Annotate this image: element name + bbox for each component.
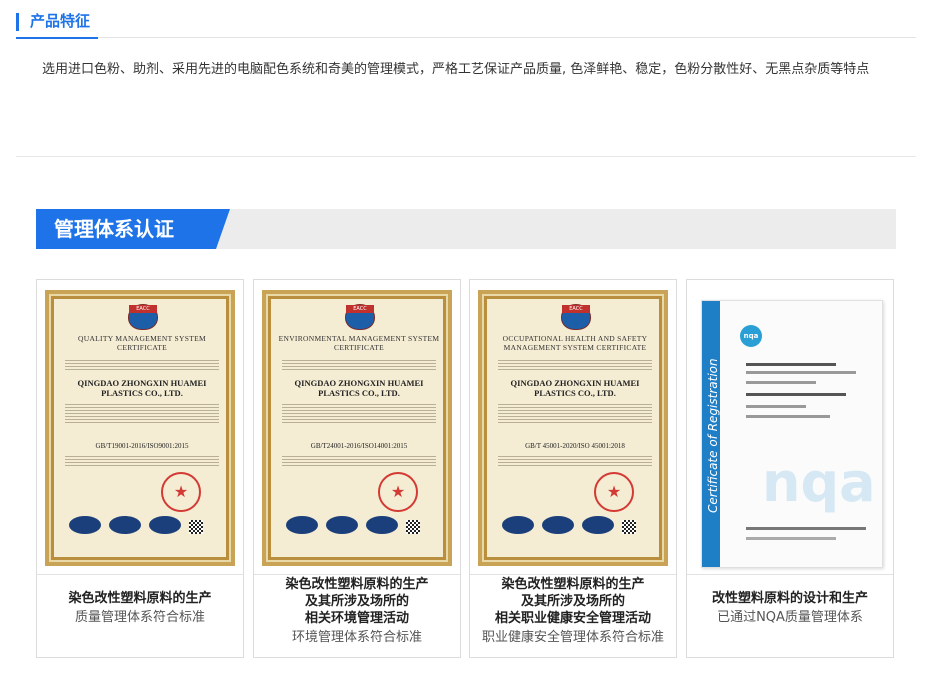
certificate-standard: GB/T24001-2016/ISO14001:2015: [310, 442, 408, 450]
caption-title-line: 染色改性塑料原料的生产: [285, 577, 429, 592]
certificate-card-nqa[interactable]: Certificate of Registration nqa nqa 改性塑料…: [686, 279, 894, 658]
caption-title-line: 及其所涉及场所的: [520, 594, 625, 609]
badge-icon: [326, 516, 358, 534]
certificate-caption: 染色改性塑料原料的生产 及其所涉及场所的 相关职业健康安全管理活动 职业健康安全…: [470, 576, 676, 648]
eacc-logo-icon: EACC: [345, 304, 375, 330]
certificate-card-environmental[interactable]: EACC ENVIRONMENTAL MANAGEMENT SYSTEM CER…: [253, 279, 461, 658]
certificate-fine-print: [65, 358, 219, 372]
certificate-caption: 改性塑料原料的设计和生产 已通过NQA质量管理体系: [687, 576, 893, 628]
certificate-text-line: [746, 537, 836, 540]
eacc-logo-icon: EACC: [128, 304, 158, 330]
certificate-standard: GB/T 45001-2020/ISO 45001:2018: [525, 442, 625, 450]
caption-title: 染色改性塑料原料的生产: [68, 591, 212, 606]
certificate-image[interactable]: EACC QUALITY MANAGEMENT SYSTEM CERTIFICA…: [37, 280, 243, 575]
caption-subtitle: 质量管理体系符合标准: [74, 610, 205, 625]
section-divider: [16, 156, 916, 157]
caption-subtitle: 已通过NQA质量管理体系: [717, 610, 863, 625]
caption-title-line: 染色改性塑料原料的生产: [501, 577, 645, 592]
certificate-company: QINGDAO ZHONGXIN HUAMEI PLASTICS CO., LT…: [510, 378, 640, 398]
badge-icon: [69, 516, 101, 534]
certificate-text-line: [746, 527, 866, 530]
certificate-text-line: [746, 371, 856, 374]
certificate-text-line: [746, 415, 830, 418]
nqa-certificate-document: Certificate of Registration nqa nqa: [701, 300, 883, 568]
certificate-text-line: [746, 381, 816, 384]
certificate-standard: GB/T19001-2016/ISO9001:2015: [95, 442, 189, 450]
nqa-watermark: nqa: [762, 451, 876, 514]
certificate-text-line: [746, 363, 836, 366]
management-banner: 管理体系认证: [36, 209, 896, 249]
qr-code-icon: [406, 520, 420, 534]
red-seal-icon: ★: [378, 472, 418, 512]
red-seal-icon: ★: [594, 472, 634, 512]
caption-title: 改性塑料原料的设计和生产: [711, 591, 868, 606]
header-underline: [16, 37, 98, 39]
certificate-text-line: [746, 405, 806, 408]
badge-icon: [542, 516, 574, 534]
badge-icon: [502, 516, 534, 534]
certificate-caption: 染色改性塑料原料的生产 及其所涉及场所的 相关环境管理活动 环境管理体系符合标准: [254, 576, 460, 648]
certificate-fine-print: [65, 454, 219, 468]
certificate-company: QINGDAO ZHONGXIN HUAMEI PLASTICS CO., LT…: [77, 378, 207, 398]
certificate-fine-print: [282, 454, 436, 468]
certificate-heading: ENVIRONMENTAL MANAGEMENT SYSTEM CERTIFIC…: [278, 334, 440, 352]
certificate-document: EACC QUALITY MANAGEMENT SYSTEM CERTIFICA…: [45, 290, 235, 566]
badge-icon: [149, 516, 181, 534]
certificate-fine-print: [282, 402, 436, 424]
certificate-fine-print: [282, 358, 436, 372]
banner-tab: 管理体系认证: [36, 209, 230, 249]
certificate-vertical-title: Certificate of Registration: [706, 358, 720, 513]
certificate-caption: 染色改性塑料原料的生产 质量管理体系符合标准: [37, 576, 243, 628]
certificate-document: EACC ENVIRONMENTAL MANAGEMENT SYSTEM CER…: [262, 290, 452, 566]
caption-subtitle: 职业健康安全管理体系符合标准: [481, 630, 664, 645]
qr-code-icon: [622, 520, 636, 534]
red-seal-icon: ★: [161, 472, 201, 512]
features-title: 产品特征: [30, 12, 91, 30]
header-accent-bar: [16, 13, 19, 31]
badge-icon: [109, 516, 141, 534]
certificate-image[interactable]: Certificate of Registration nqa nqa: [687, 280, 893, 575]
certificate-fine-print: [498, 358, 652, 372]
certificate-image[interactable]: EACC ENVIRONMENTAL MANAGEMENT SYSTEM CER…: [254, 280, 460, 575]
caption-title-line: 及其所涉及场所的: [304, 594, 409, 609]
certificate-fine-print: [498, 402, 652, 424]
badge-icon: [582, 516, 614, 534]
features-header: 产品特征: [16, 9, 916, 39]
features-text: 选用进口色粉、助剂、采用先进的电脑配色系统和奇美的管理模式，严格工艺保证产品质量…: [42, 62, 870, 77]
caption-subtitle: 环境管理体系符合标准: [291, 630, 422, 645]
certificate-card-quality[interactable]: EACC QUALITY MANAGEMENT SYSTEM CERTIFICA…: [36, 279, 244, 658]
certificate-text-line: [746, 393, 846, 396]
certificate-image[interactable]: EACC OCCUPATIONAL HEALTH AND SAFETY MANA…: [470, 280, 676, 575]
certificate-company: QINGDAO ZHONGXIN HUAMEI PLASTICS CO., LT…: [294, 378, 424, 398]
caption-title-line: 相关职业健康安全管理活动: [494, 611, 651, 626]
certificate-document: EACC OCCUPATIONAL HEALTH AND SAFETY MANA…: [478, 290, 668, 566]
certificate-fine-print: [498, 454, 652, 468]
caption-title-line: 相关环境管理活动: [304, 611, 409, 626]
eacc-logo-icon: EACC: [561, 304, 591, 330]
qr-code-icon: [189, 520, 203, 534]
badge-icon: [366, 516, 398, 534]
certificate-card-occupational[interactable]: EACC OCCUPATIONAL HEALTH AND SAFETY MANA…: [469, 279, 677, 658]
certificate-heading: OCCUPATIONAL HEALTH AND SAFETY MANAGEMEN…: [502, 334, 648, 352]
badge-icon: [286, 516, 318, 534]
certificate-fine-print: [65, 402, 219, 424]
nqa-logo-icon: nqa: [740, 325, 762, 347]
management-title: 管理体系认证: [54, 217, 174, 241]
certificate-heading: QUALITY MANAGEMENT SYSTEM CERTIFICATE: [78, 334, 206, 352]
